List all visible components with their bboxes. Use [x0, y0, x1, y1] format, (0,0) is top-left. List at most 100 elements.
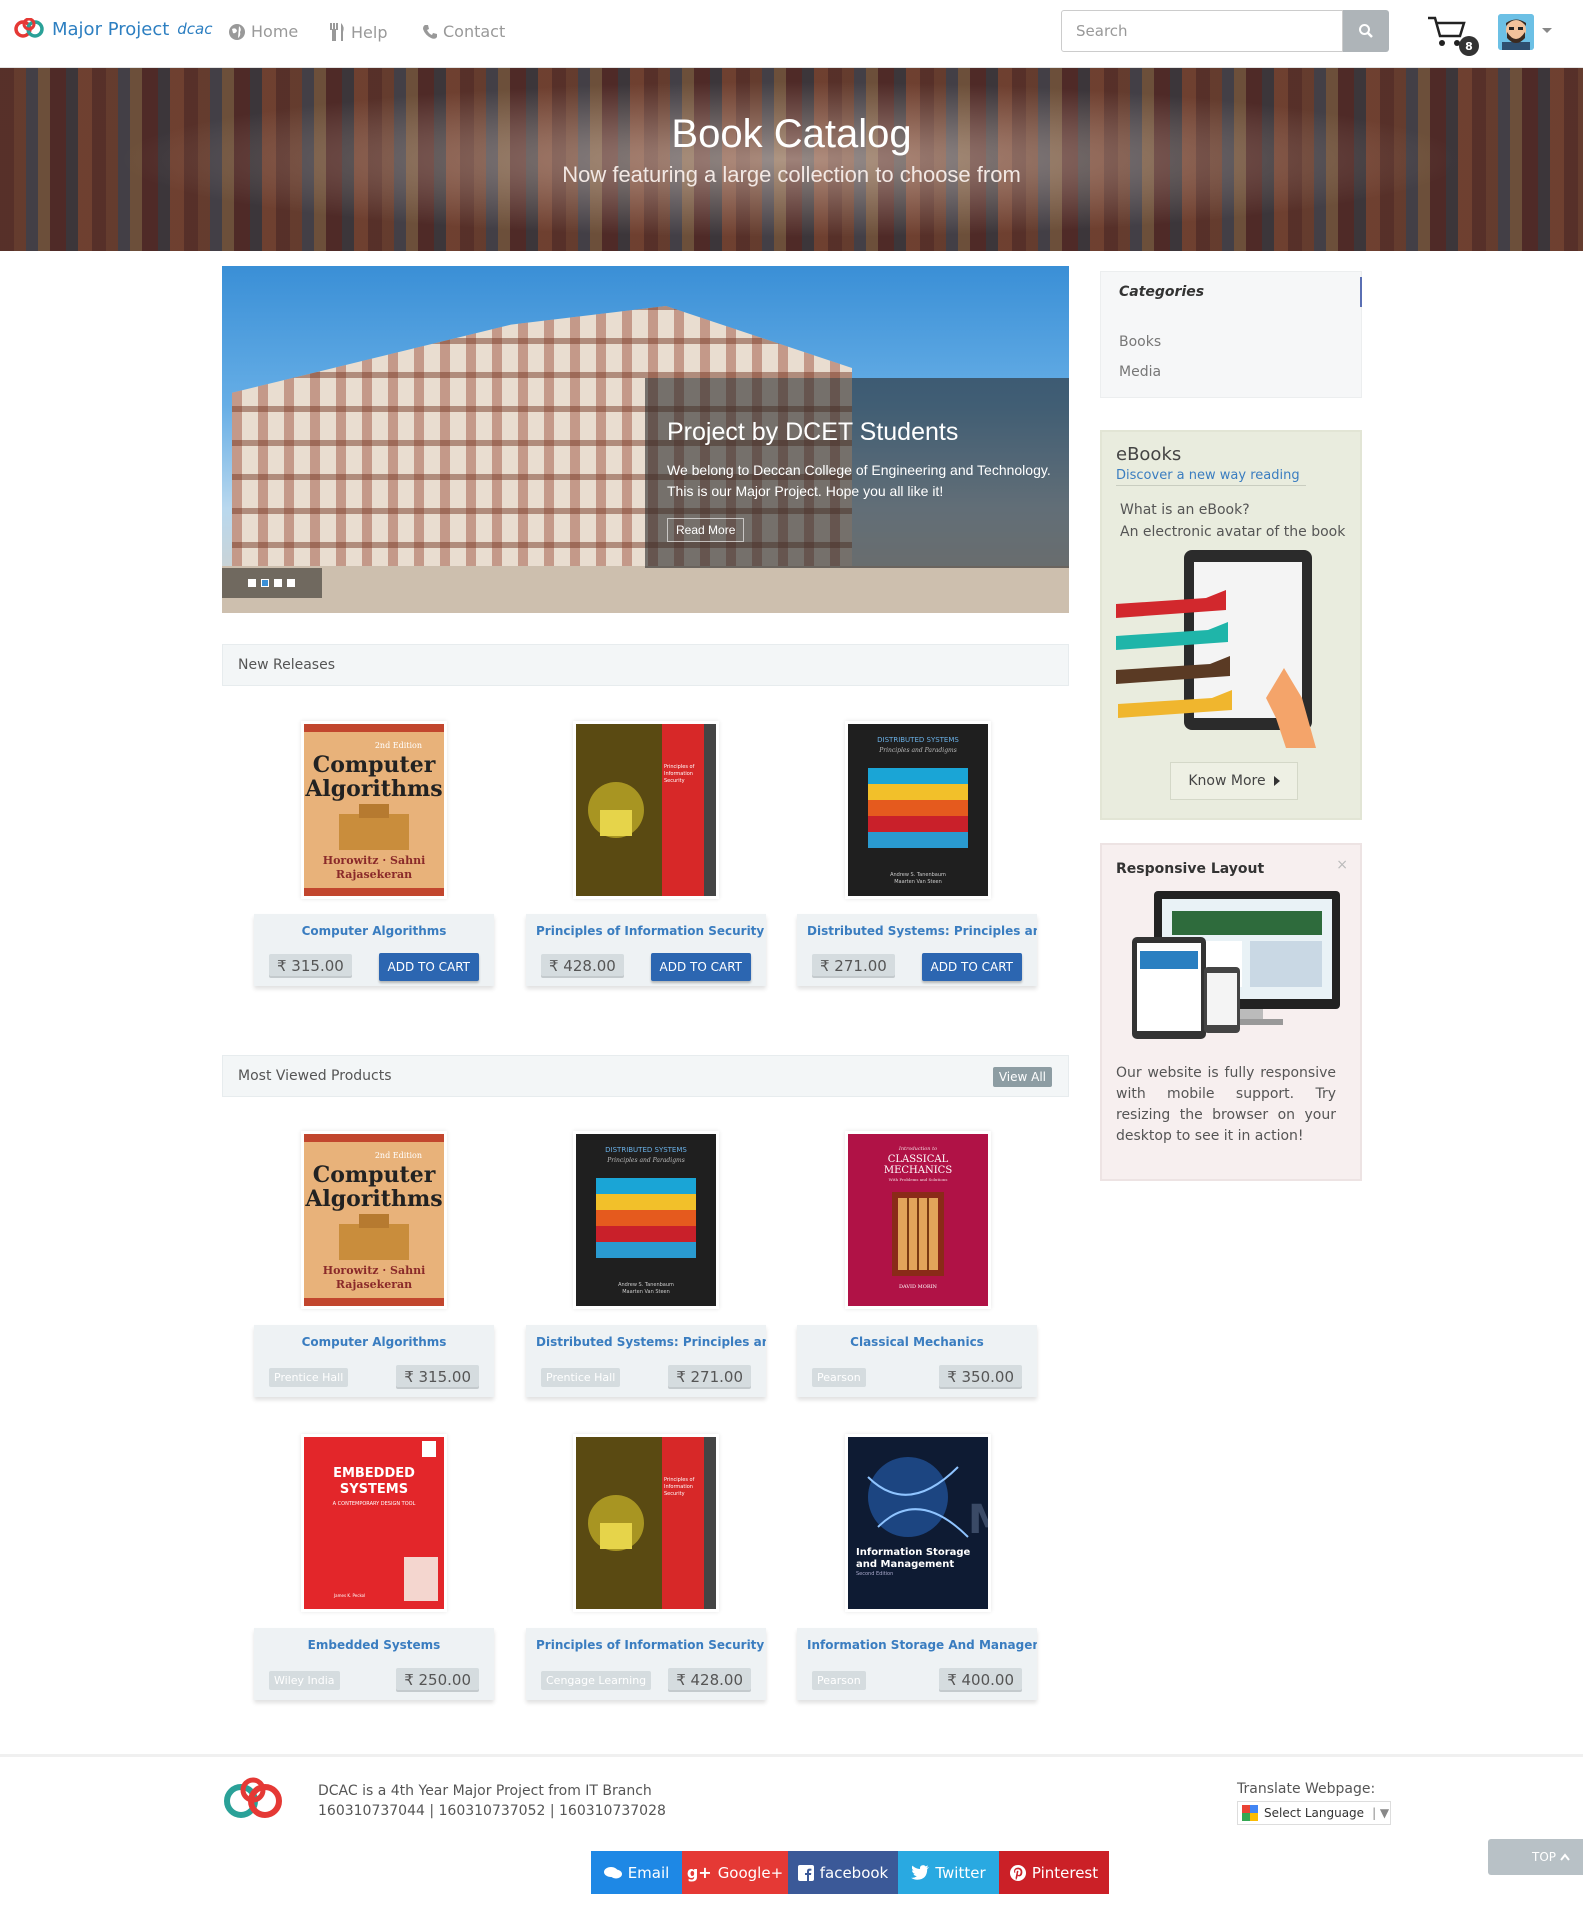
cover-title-line3: A CONTEMPORARY DESIGN TOOL — [333, 1501, 416, 1507]
view-all-button[interactable]: View All — [992, 1067, 1052, 1087]
brand-name: Major Project — [52, 18, 170, 40]
user-avatar[interactable] — [1498, 14, 1534, 50]
cutlery-icon — [330, 23, 344, 41]
cover-edition: 2nd Edition — [375, 1151, 422, 1160]
most-viewed-title: Most Viewed Products — [238, 1068, 392, 1084]
search-placeholder: Search — [1076, 22, 1128, 40]
carousel-indicators — [222, 568, 322, 598]
category-link-media[interactable]: Media — [1119, 364, 1161, 380]
hero-subtitle: Now featuring a large collection to choo… — [562, 162, 1021, 187]
phone-icon — [423, 24, 437, 39]
google-plus-icon: g+ — [686, 1863, 712, 1882]
product-title-link[interactable]: Principles of Information Security — [526, 924, 766, 938]
cover-title-line2: Algorithms — [304, 1186, 442, 1212]
product-card: Computer Algorithms Prentice Hall ₹ 315.… — [254, 1325, 494, 1397]
cover-title-line1: DISTRIBUTED SYSTEMS — [605, 1146, 687, 1154]
search-input[interactable]: Search — [1061, 10, 1343, 52]
nav-contact-link[interactable]: Contact — [422, 22, 505, 41]
share-twitter-button[interactable]: Twitter — [898, 1851, 999, 1894]
product-price: ₹ 428.00 — [541, 954, 624, 978]
publisher-badge: Pearson — [812, 1368, 866, 1387]
book-cover-information-storage[interactable]: M Information Storage and Management Sec… — [848, 1437, 988, 1609]
product-title-link[interactable]: Embedded Systems — [254, 1638, 494, 1652]
book-cover-computer-algorithms[interactable]: 2nd Edition Computer Algorithms Horowitz… — [304, 724, 444, 896]
publisher-badge: Prentice Hall — [541, 1368, 621, 1387]
carousel-dot[interactable] — [274, 579, 282, 587]
new-releases-title: New Releases — [238, 657, 335, 673]
product-title-link[interactable]: Classical Mechanics — [797, 1335, 1037, 1349]
share-pinterest-button[interactable]: Pinterest — [999, 1851, 1109, 1894]
image-carousel[interactable]: Project by DCET Students We belong to De… — [222, 266, 1069, 613]
add-to-cart-button[interactable]: ADD TO CART — [650, 953, 751, 981]
select-language-label: Select Language — [1264, 1806, 1365, 1820]
responsive-devices-illustration — [1132, 891, 1340, 1039]
know-more-button[interactable]: Know More — [1170, 762, 1298, 800]
comments-icon — [603, 1866, 622, 1878]
product-card: Distributed Systems: Principles and P ₹ … — [797, 914, 1037, 986]
cover-title-line1: Computer — [313, 752, 436, 778]
cover-title-line2: Principles and Paradigms — [878, 747, 957, 754]
carousel-dot[interactable] — [248, 579, 256, 587]
carousel-ground — [222, 566, 1069, 613]
nav-home-link[interactable]: Home — [228, 22, 298, 41]
nav-contact-label: Contact — [443, 22, 506, 41]
cover-title-line3: Security — [664, 1491, 685, 1497]
cover-title-line1: Computer — [313, 1162, 436, 1188]
categories-title: Categories — [1119, 284, 1205, 300]
carousel-caption: Project by DCET Students We belong to De… — [645, 378, 1069, 568]
publisher-badge: Prentice Hall — [269, 1368, 349, 1387]
product-title-link[interactable]: Distributed Systems: Principles and P — [526, 1335, 766, 1349]
share-twitter-label: Twitter — [935, 1863, 986, 1882]
most-viewed-header: Most Viewed Products View All — [222, 1055, 1069, 1097]
select-language-dropdown[interactable]: Select Language | ▼ — [1237, 1801, 1391, 1825]
book-cover-computer-algorithms[interactable]: 2nd Edition Computer Algorithms Horowitz… — [304, 1134, 444, 1306]
product-price: ₹ 271.00 — [812, 954, 895, 978]
carousel-dot-active[interactable] — [261, 579, 269, 587]
publisher-badge: Pearson — [812, 1671, 866, 1690]
book-cover-information-security[interactable]: Principles of Information Security — [576, 724, 716, 896]
navbar: Major Project dcac Home Help Contact Sea… — [0, 0, 1583, 68]
svg-text:M: M — [968, 1497, 988, 1543]
cover-title-line1: CLASSICAL — [888, 1154, 949, 1165]
close-icon[interactable]: × — [1336, 857, 1348, 873]
product-card: Computer Algorithms ₹ 315.00 ADD TO CART — [254, 914, 494, 986]
pinterest-icon — [1009, 1864, 1026, 1881]
product-title-link[interactable]: Distributed Systems: Principles and P — [797, 924, 1037, 938]
categories-accent — [1360, 277, 1362, 307]
product-title-link[interactable]: Computer Algorithms — [254, 1335, 494, 1349]
cart-count-badge: 8 — [1459, 36, 1479, 56]
back-to-top-button[interactable]: TOP — [1488, 1839, 1583, 1875]
read-more-button[interactable]: Read More — [667, 518, 745, 542]
ebooks-panel: eBooks Discover a new way reading What i… — [1100, 430, 1362, 820]
ebooks-question: What is an eBook? — [1120, 502, 1250, 518]
product-card: Classical Mechanics Pearson ₹ 350.00 — [797, 1325, 1037, 1397]
carousel-dot[interactable] — [287, 579, 295, 587]
book-cover-embedded-systems[interactable]: EMBEDDED SYSTEMS A CONTEMPORARY DESIGN T… — [304, 1437, 444, 1609]
product-price: ₹ 428.00 — [668, 1668, 751, 1692]
product-title-link[interactable]: Information Storage And Managemen — [797, 1638, 1037, 1652]
product-price: ₹ 250.00 — [396, 1668, 479, 1692]
category-link-books[interactable]: Books — [1119, 334, 1161, 350]
product-title-link[interactable]: Computer Algorithms — [254, 924, 494, 938]
cover-authors-line2: Maarten Van Steen — [894, 879, 942, 885]
share-facebook-button[interactable]: facebook — [788, 1851, 898, 1894]
brand-link[interactable]: Major Project dcac — [14, 18, 213, 40]
share-email-button[interactable]: Email — [591, 1851, 682, 1894]
carousel-title: Project by DCET Students — [667, 418, 959, 446]
product-price: ₹ 400.00 — [939, 1668, 1022, 1692]
book-cover-classical-mechanics[interactable]: Introduction to CLASSICAL MECHANICS With… — [848, 1134, 988, 1306]
share-google-plus-button[interactable]: g+ Google+ — [682, 1851, 788, 1894]
cover-author: DAVID MORIN — [899, 1284, 938, 1290]
book-cover-distributed-systems[interactable]: DISTRIBUTED SYSTEMS Principles and Parad… — [848, 724, 988, 896]
cover-authors-line1: Andrew S. Tanenbaum — [890, 872, 946, 878]
add-to-cart-button[interactable]: ADD TO CART — [921, 953, 1022, 981]
add-to-cart-button[interactable]: ADD TO CART — [378, 953, 479, 981]
book-cover-information-security[interactable]: Principles of Information Security — [576, 1437, 716, 1609]
product-title-link[interactable]: Principles of Information Security — [526, 1638, 766, 1652]
user-menu-caret-icon[interactable] — [1542, 28, 1552, 33]
search-button[interactable] — [1343, 10, 1389, 52]
new-releases-header: New Releases — [222, 644, 1069, 686]
nav-help-link[interactable]: Help — [328, 22, 387, 42]
facebook-icon — [797, 1864, 814, 1881]
book-cover-distributed-systems[interactable]: DISTRIBUTED SYSTEMS Principles and Parad… — [576, 1134, 716, 1306]
